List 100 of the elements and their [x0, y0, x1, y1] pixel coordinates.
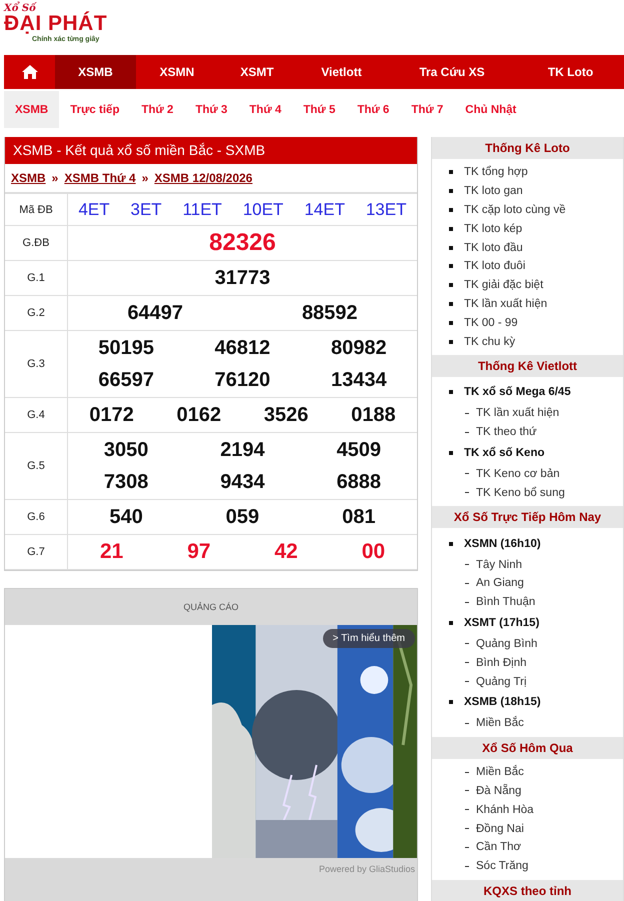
- sidebar-link[interactable]: TK chu kỳ: [464, 336, 516, 348]
- prize-number: 059: [226, 506, 260, 528]
- sidebar-link[interactable]: Khánh Hòa: [476, 804, 534, 816]
- sidebar-link[interactable]: TK loto kép: [464, 222, 522, 235]
- dash-icon: [465, 846, 469, 848]
- bullet-icon: [449, 264, 453, 268]
- sidebar-link[interactable]: TK Keno cơ bản: [476, 468, 560, 480]
- prize-label: G.1: [5, 260, 68, 296]
- sidebar-link[interactable]: Bình Thuận: [476, 596, 536, 608]
- logo-script: Xổ Số: [4, 4, 36, 14]
- learn-more-button[interactable]: > Tìm hiểu thêm: [322, 629, 415, 648]
- sidebar-link[interactable]: Miền Bắc: [476, 766, 524, 778]
- sidebar-group-link[interactable]: TK xổ số Keno: [464, 447, 545, 460]
- day-tab[interactable]: Thứ 2: [130, 91, 184, 128]
- sidebar-link[interactable]: TK cặp loto cùng về: [464, 204, 566, 216]
- day-tab[interactable]: Thứ 4: [238, 91, 292, 128]
- sidebar-link[interactable]: Miền Bắc: [476, 717, 524, 730]
- nav-item[interactable]: Vietlott: [296, 55, 387, 89]
- prize-number: 4509: [336, 438, 382, 462]
- sidebar-link[interactable]: TK tổng hợp: [464, 166, 528, 178]
- nav-item[interactable]: XSMT: [218, 55, 296, 89]
- row-label: Mã ĐB: [5, 194, 68, 226]
- prize-number: 0162: [176, 404, 222, 426]
- bullet-icon: [449, 302, 453, 306]
- breadcrumb-link[interactable]: XSMB 12/08/2026: [154, 171, 252, 185]
- prize-label: G.7: [5, 534, 68, 570]
- bullet-icon: [449, 340, 453, 344]
- nav-item[interactable]: Tra Cứu XS: [387, 55, 517, 89]
- sidebar-link[interactable]: TK theo thứ: [476, 426, 537, 438]
- sidebar-group-link[interactable]: XSMN (16h10): [464, 538, 541, 550]
- dash-icon: [465, 662, 469, 664]
- nav-item[interactable]: XSMN: [136, 55, 218, 89]
- dash-icon: [465, 432, 469, 433]
- prize-number: 76120: [214, 368, 270, 392]
- prize-number: 31773: [214, 266, 270, 290]
- dash-icon: [465, 790, 469, 792]
- sidebar-link[interactable]: TK giải đặc biệt: [464, 279, 544, 292]
- sidebar-link[interactable]: TK loto đầu: [464, 242, 523, 254]
- sidebar-link[interactable]: TK lần xuất hiện: [464, 298, 548, 310]
- prize-number: 64497: [127, 302, 184, 324]
- sidebar-group-link[interactable]: XSMB (18h15): [464, 696, 541, 708]
- sidebar-link[interactable]: TK loto đuôi: [464, 260, 526, 272]
- prize-number: 2194: [220, 438, 265, 462]
- special-code: 11ET: [182, 200, 222, 220]
- prize-number: 97: [187, 540, 211, 564]
- sidebar-link[interactable]: An Giang: [476, 577, 524, 590]
- day-tab[interactable]: Trực tiếp: [59, 91, 130, 128]
- breadcrumb-link[interactable]: XSMB: [11, 171, 46, 185]
- day-tab[interactable]: Chủ Nhật: [454, 91, 528, 128]
- sidebar-link[interactable]: Quảng Trị: [476, 676, 526, 688]
- sidebar-link[interactable]: Bình Định: [476, 656, 527, 669]
- day-tab[interactable]: Thứ 5: [292, 91, 346, 128]
- prize-number: 0188: [351, 404, 396, 426]
- sidebar-link[interactable]: Cần Thơ: [476, 841, 522, 854]
- prize-number: 7308: [104, 470, 148, 494]
- sidebar-link[interactable]: Đà Nẵng: [476, 784, 522, 797]
- sidebar-heading: Thống Kê Loto: [432, 137, 623, 159]
- bullet-icon: [449, 189, 453, 194]
- sidebar-group-link[interactable]: XSMT (17h15): [464, 617, 540, 630]
- prize-number: 50195: [98, 336, 154, 360]
- nav-item[interactable]: XSMB: [55, 55, 136, 89]
- bullet-icon: [449, 542, 453, 546]
- sidebar-link[interactable]: TK 00 - 99: [464, 316, 518, 329]
- prize-label: G.4: [5, 398, 68, 432]
- breadcrumb-link[interactable]: XSMB Thứ 4: [64, 171, 136, 185]
- dash-icon: [465, 602, 469, 603]
- bullet-icon: [449, 390, 453, 394]
- bullet-icon: [449, 621, 453, 626]
- sidebar-heading: Thống Kê Vietlott: [432, 354, 623, 377]
- special-code: 3ET: [130, 200, 162, 220]
- day-tab[interactable]: Thứ 3: [184, 91, 238, 128]
- ad-credit: Powered by GliaStudios: [318, 863, 416, 874]
- dash-icon: [465, 492, 469, 494]
- sidebar-link[interactable]: TK loto gan: [464, 185, 523, 198]
- prize-number: 80982: [331, 336, 387, 360]
- sidebar-link[interactable]: TK Keno bổ sung: [476, 486, 565, 499]
- day-tab[interactable]: XSMB: [4, 91, 60, 128]
- dash-icon: [465, 772, 469, 773]
- prize-number: 3526: [264, 404, 308, 426]
- day-tab[interactable]: Thứ 6: [346, 91, 400, 128]
- dash-icon: [465, 866, 469, 867]
- dash-icon: [465, 722, 469, 724]
- bullet-icon: [449, 700, 453, 704]
- bullet-icon: [449, 170, 453, 174]
- dash-icon: [465, 828, 469, 830]
- dash-icon: [465, 809, 469, 810]
- sidebar-group-link[interactable]: TK xổ số Mega 6/45: [464, 386, 571, 398]
- nav-item[interactable]: TK Loto: [517, 55, 624, 89]
- sidebar-link[interactable]: TK lần xuất hiện: [476, 407, 560, 420]
- dash-icon: [465, 564, 469, 566]
- sidebar-link[interactable]: Đồng Nai: [476, 822, 524, 835]
- prize-number: 21: [100, 540, 124, 564]
- special-code: 4ET: [78, 200, 110, 220]
- day-tab[interactable]: Thứ 7: [400, 91, 454, 128]
- sidebar-link[interactable]: Sóc Trăng: [476, 860, 528, 872]
- bullet-icon: [449, 246, 453, 250]
- special-code: 13ET: [366, 200, 406, 220]
- sidebar-link[interactable]: Quảng Bình: [476, 638, 538, 650]
- ad-label: QUẢNG CÁO: [182, 601, 240, 614]
- sidebar-link[interactable]: Tây Ninh: [476, 558, 522, 571]
